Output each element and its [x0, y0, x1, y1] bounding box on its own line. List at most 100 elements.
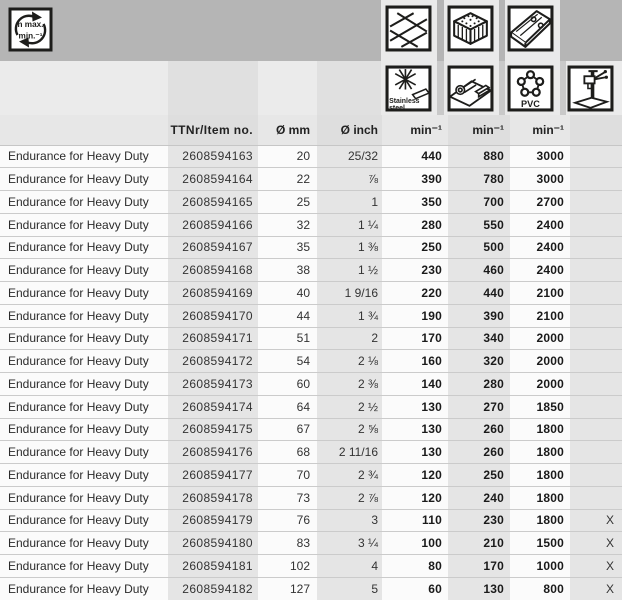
catalog-page: n max. min.⁻¹	[0, 0, 622, 600]
table-row: Endurance for Heavy Duty 2608594178 73 2…	[0, 486, 622, 509]
rpm-metal-cell: 780	[448, 168, 510, 191]
rpm-pvc-cell: 1800	[510, 464, 570, 487]
drill-stand-flag-cell	[570, 395, 622, 418]
icon-column-gap	[560, 61, 566, 115]
item-number-cell: 2608594175	[168, 418, 258, 441]
drill-stand-flag-cell	[570, 236, 622, 259]
speed-icon-top-label: n max.	[18, 20, 44, 29]
rpm-pvc-cell: 1800	[510, 486, 570, 509]
item-number-cell: 2608594163	[168, 145, 258, 168]
rpm-metal-cell: 700	[448, 191, 510, 214]
diameter-inch-cell: 1 ⅜	[317, 236, 382, 259]
product-name-cell: Endurance for Heavy Duty	[0, 145, 168, 168]
rpm-stainless-cell: 250	[382, 236, 448, 259]
diameter-mm-cell: 22	[258, 168, 317, 191]
rpm-stainless-cell: 220	[382, 282, 448, 305]
diameter-mm-cell: 51	[258, 327, 317, 350]
rpm-metal-cell: 340	[448, 327, 510, 350]
table-row: Endurance for Heavy Duty 2608594177 70 2…	[0, 464, 622, 487]
product-name-cell: Endurance for Heavy Duty	[0, 259, 168, 282]
rpm-stainless-cell: 60	[382, 577, 448, 600]
header-item-no: TTNr/Item no.	[168, 115, 258, 145]
rpm-metal-cell: 880	[448, 145, 510, 168]
table-row: Endurance for Heavy Duty 2608594166 32 1…	[0, 213, 622, 236]
diameter-inch-cell: 2 ⅞	[317, 486, 382, 509]
product-name-cell: Endurance for Heavy Duty	[0, 327, 168, 350]
rpm-stainless-cell: 110	[382, 509, 448, 532]
diameter-inch-cell: 1 ¼	[317, 213, 382, 236]
header-rpm-3: min⁻¹	[510, 115, 570, 145]
rpm-pvc-cell: 2400	[510, 236, 570, 259]
rpm-pvc-cell: 1000	[510, 555, 570, 578]
rpm-stainless-cell: 120	[382, 464, 448, 487]
diameter-inch-cell: 3	[317, 509, 382, 532]
rpm-pvc-cell: 3000	[510, 145, 570, 168]
rpm-pvc-cell: 2100	[510, 282, 570, 305]
rpm-pvc-cell: 2000	[510, 373, 570, 396]
drill-stand-flag-cell	[570, 418, 622, 441]
drill-stand-flag-cell	[570, 464, 622, 487]
rpm-pvc-cell: 2000	[510, 327, 570, 350]
item-number-cell: 2608594174	[168, 395, 258, 418]
rpm-stainless-cell: 190	[382, 304, 448, 327]
item-number-cell: 2608594180	[168, 532, 258, 555]
diameter-inch-cell: 5	[317, 577, 382, 600]
item-number-cell: 2608594171	[168, 327, 258, 350]
drill-stand-flag-cell: X	[570, 577, 622, 600]
table-row: Endurance for Heavy Duty 2608594172 54 2…	[0, 350, 622, 373]
icon-column-gap	[437, 61, 444, 115]
diameter-mm-cell: 127	[258, 577, 317, 600]
table-row: Endurance for Heavy Duty 2608594176 68 2…	[0, 441, 622, 464]
rpm-pvc-cell: 1850	[510, 395, 570, 418]
diameter-inch-cell: 2 ⅝	[317, 418, 382, 441]
product-name-cell: Endurance for Heavy Duty	[0, 577, 168, 600]
rpm-metal-cell: 440	[448, 282, 510, 305]
item-number-cell: 2608594172	[168, 350, 258, 373]
rpm-pvc-cell: 2000	[510, 350, 570, 373]
rpm-pvc-cell: 2100	[510, 304, 570, 327]
rpm-metal-cell: 210	[448, 532, 510, 555]
drill-stand-flag-cell	[570, 327, 622, 350]
product-name-cell: Endurance for Heavy Duty	[0, 304, 168, 327]
drill-stand-flag-cell	[570, 259, 622, 282]
product-name-cell: Endurance for Heavy Duty	[0, 464, 168, 487]
table-row: Endurance for Heavy Duty 2608594163 20 2…	[0, 145, 622, 168]
rpm-metal-cell: 270	[448, 395, 510, 418]
diameter-mm-cell: 32	[258, 213, 317, 236]
drill-stand-flag-cell: X	[570, 509, 622, 532]
drill-stand-flag-cell	[570, 373, 622, 396]
item-number-cell: 2608594164	[168, 168, 258, 191]
rpm-metal-cell: 260	[448, 441, 510, 464]
diameter-inch-cell: 2 ¾	[317, 464, 382, 487]
rpm-stainless-cell: 440	[382, 145, 448, 168]
diameter-mm-cell: 40	[258, 282, 317, 305]
item-number-cell: 2608594168	[168, 259, 258, 282]
drill-stand-icon	[567, 65, 614, 112]
drill-stand-flag-cell	[570, 191, 622, 214]
product-name-cell: Endurance for Heavy Duty	[0, 555, 168, 578]
diameter-inch-cell: 2	[317, 327, 382, 350]
rpm-metal-cell: 130	[448, 577, 510, 600]
item-number-cell: 2608594176	[168, 441, 258, 464]
table-row: Endurance for Heavy Duty 2608594173 60 2…	[0, 373, 622, 396]
diameter-mm-cell: 76	[258, 509, 317, 532]
diameter-inch-cell: 2 11/16	[317, 441, 382, 464]
drill-stand-flag-cell	[570, 441, 622, 464]
item-number-cell: 2608594177	[168, 464, 258, 487]
table-row: Endurance for Heavy Duty 2608594175 67 2…	[0, 418, 622, 441]
product-name-cell: Endurance for Heavy Duty	[0, 282, 168, 305]
header-diameter-mm: Ø mm	[258, 115, 317, 145]
rpm-metal-cell: 500	[448, 236, 510, 259]
item-number-cell: 2608594178	[168, 486, 258, 509]
table-row: Endurance for Heavy Duty 2608594174 64 2…	[0, 395, 622, 418]
drill-stand-flag-cell: X	[570, 555, 622, 578]
product-name-cell: Endurance for Heavy Duty	[0, 441, 168, 464]
diameter-mm-cell: 67	[258, 418, 317, 441]
diameter-mm-cell: 83	[258, 532, 317, 555]
item-number-cell: 2608594173	[168, 373, 258, 396]
diameter-inch-cell: 2 ⅜	[317, 373, 382, 396]
diameter-inch-cell: 2 ⅛	[317, 350, 382, 373]
rpm-metal-cell: 390	[448, 304, 510, 327]
table-row: Endurance for Heavy Duty 2608594182 127 …	[0, 577, 622, 600]
rpm-pvc-cell: 1800	[510, 509, 570, 532]
